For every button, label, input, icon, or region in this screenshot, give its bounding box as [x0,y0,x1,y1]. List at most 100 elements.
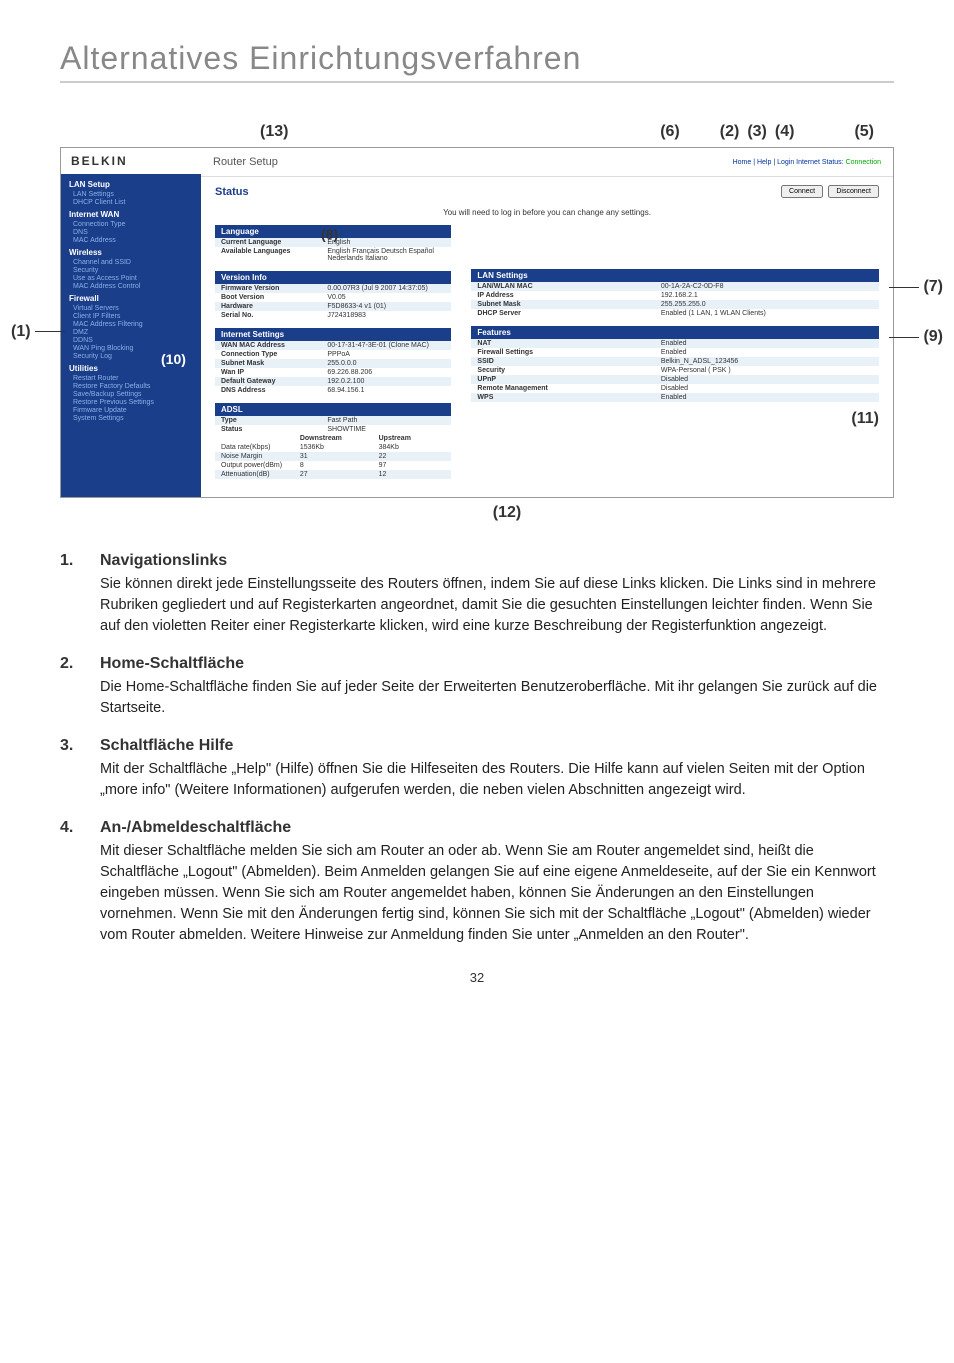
ver-boot-v: V0.05 [321,293,451,302]
panel-adsl: ADSL TypeFast Path StatusSHOWTIME Downst… [215,403,451,479]
section-2: 2. Home-Schaltfläche Die Home-Schaltfläc… [60,655,894,719]
panel-internet: Internet Settings WAN MAC Address00-17-3… [215,328,451,395]
sidebar-item-fw[interactable]: Firmware Update [73,407,193,414]
adsl-att-d: 27 [294,470,373,479]
feat-fw-k: Firewall Settings [471,348,654,357]
panel-version-title: Version Info [215,271,451,284]
title-underline [60,81,894,83]
sidebar-wireless[interactable]: Wireless [69,248,193,257]
sidebar-item-conntype[interactable]: Connection Type [73,221,193,228]
panels: Language Current LanguageEnglish Availab… [201,225,893,497]
int-dns-v: 68.94.156.1 [321,386,451,395]
lan-ip-v: 192.168.2.1 [655,291,879,300]
ver-hw-k: Hardware [215,302,321,311]
section-4-num: 4. [60,819,100,946]
adsl-type-v: Fast Path [321,416,451,425]
sidebar-lan-setup[interactable]: LAN Setup [69,180,193,189]
sidebar-item-vs[interactable]: Virtual Servers [73,305,193,312]
callout-2: (2) [720,123,740,141]
callout-6: (6) [660,123,680,141]
lang-avail-v[interactable]: English Français Deutsch Español Nederla… [321,247,451,263]
section-3-text: Mit der Schaltfläche „Help" (Hilfe) öffn… [100,759,894,801]
ver-sn-v: J724318983 [321,311,451,320]
disconnect-button[interactable]: Disconnect [828,185,879,198]
callout-10: (10) [161,351,186,367]
sidebar-item-restoreprev[interactable]: Restore Previous Settings [73,399,193,406]
panel-internet-title: Internet Settings [215,328,451,341]
adsl-rate-d: 1536Kb [294,443,373,452]
int-ct-k: Connection Type [215,350,321,359]
lan-dhcp-v: Enabled (1 LAN, 1 WLAN Clients) [655,309,879,318]
lan-dhcp-k: DHCP Server [471,309,654,318]
sidebar-item-restart[interactable]: Restart Router [73,375,193,382]
ver-sn-k: Serial No. [215,311,321,320]
ver-boot-k: Boot Version [215,293,321,302]
page-number: 32 [60,970,894,985]
feat-nat-v: Enabled [655,339,879,348]
login-note: You will need to log in before you can c… [201,206,893,225]
sidebar-item-mac[interactable]: MAC Address [73,237,193,244]
int-wip-v: 69.226.88.206 [321,368,451,377]
sidebar-item-dhcp[interactable]: DHCP Client List [73,199,193,206]
feat-ssid-k: SSID [471,357,654,366]
top-callouts: (13) (6) (2) (3) (4) (5) [60,123,894,141]
int-sm-v: 255.0.0.0 [321,359,451,368]
adsl-rate-k: Data rate(Kbps) [215,443,294,452]
sidebar-item-macf[interactable]: MAC Address Filtering [73,321,193,328]
feat-sec-v: WPA-Personal ( PSK ) [655,366,879,375]
adsl-rate-u: 384Kb [373,443,452,452]
sidebar-item-restore[interactable]: Restore Factory Defaults [73,383,193,390]
sidebar-item-ap[interactable]: Use as Access Point [73,275,193,282]
callout-5: (5) [854,123,874,141]
sidebar-item-dmz[interactable]: DMZ [73,329,193,336]
adsl-noise-k: Noise Margin [215,452,294,461]
sidebar-item-save[interactable]: Save/Backup Settings [73,391,193,398]
callout-12: (12) [60,504,894,522]
adsl-att-u: 12 [373,470,452,479]
lan-mac-k: LAN/WLAN MAC [471,282,654,291]
connect-button[interactable]: Connect [781,185,823,198]
section-2-num: 2. [60,655,100,719]
section-3-title: Schaltfläche Hilfe [100,737,894,755]
feat-wps-k: WPS [471,393,654,402]
sidebar-internet-wan[interactable]: Internet WAN [69,210,193,219]
screenshot-diagram: (13) (6) (2) (3) (4) (5) (1) (10) (7) (9… [60,123,894,522]
section-2-title: Home-Schaltfläche [100,655,894,673]
sidebar-item-dns[interactable]: DNS [73,229,193,236]
section-3: 3. Schaltfläche Hilfe Mit der Schaltfläc… [60,737,894,801]
router-sidebar[interactable]: BELKIN LAN Setup LAN Settings DHCP Clien… [61,148,201,497]
callout-1: (1) [11,323,65,341]
panel-lan: LAN Settings LAN/WLAN MAC00-1A-2A-C2-0D-… [471,269,879,318]
lan-sm-v: 255.255.255.0 [655,300,879,309]
sidebar-item-macctrl[interactable]: MAC Address Control [73,283,193,290]
lan-sm-k: Subnet Mask [471,300,654,309]
int-sm-k: Subnet Mask [215,359,321,368]
adsl-pow-d: 8 [294,461,373,470]
header-links[interactable]: Home | Help | Login Internet Status: Con… [733,159,881,166]
int-dns-k: DNS Address [215,386,321,395]
adsl-col-up: Upstream [373,434,452,443]
sidebar-item-security[interactable]: Security [73,267,193,274]
sidebar-item-sys[interactable]: System Settings [73,415,193,422]
section-4-text: Mit dieser Schaltfläche melden Sie sich … [100,841,894,946]
sidebar-item-lan[interactable]: LAN Settings [73,191,193,198]
sidebar-item-channel[interactable]: Channel and SSID [73,259,193,266]
feat-rm-k: Remote Management [471,384,654,393]
callout-9: (9) [889,328,943,346]
adsl-noise-u: 22 [373,452,452,461]
sidebar-item-ipf[interactable]: Client IP Filters [73,313,193,320]
callout-8: (8) [321,226,338,242]
section-1-num: 1. [60,552,100,637]
panel-features: Features NATEnabled Firewall SettingsEna… [471,326,879,402]
adsl-pow-u: 97 [373,461,452,470]
callout-3: (3) [747,123,767,141]
adsl-col-down: Downstream [294,434,373,443]
sidebar-item-ddns[interactable]: DDNS [73,337,193,344]
int-dg-k: Default Gateway [215,377,321,386]
sidebar-firewall[interactable]: Firewall [69,294,193,303]
section-1-title: Navigationslinks [100,552,894,570]
section-1: 1. Navigationslinks Sie können direkt je… [60,552,894,637]
ver-fw-v: 0.00.07R3 (Jul 9 2007 14:37:05) [321,284,451,293]
int-mac-v: 00-17-31-47-3E-01 (Clone MAC) [321,341,451,350]
adsl-status-k: Status [215,425,321,434]
